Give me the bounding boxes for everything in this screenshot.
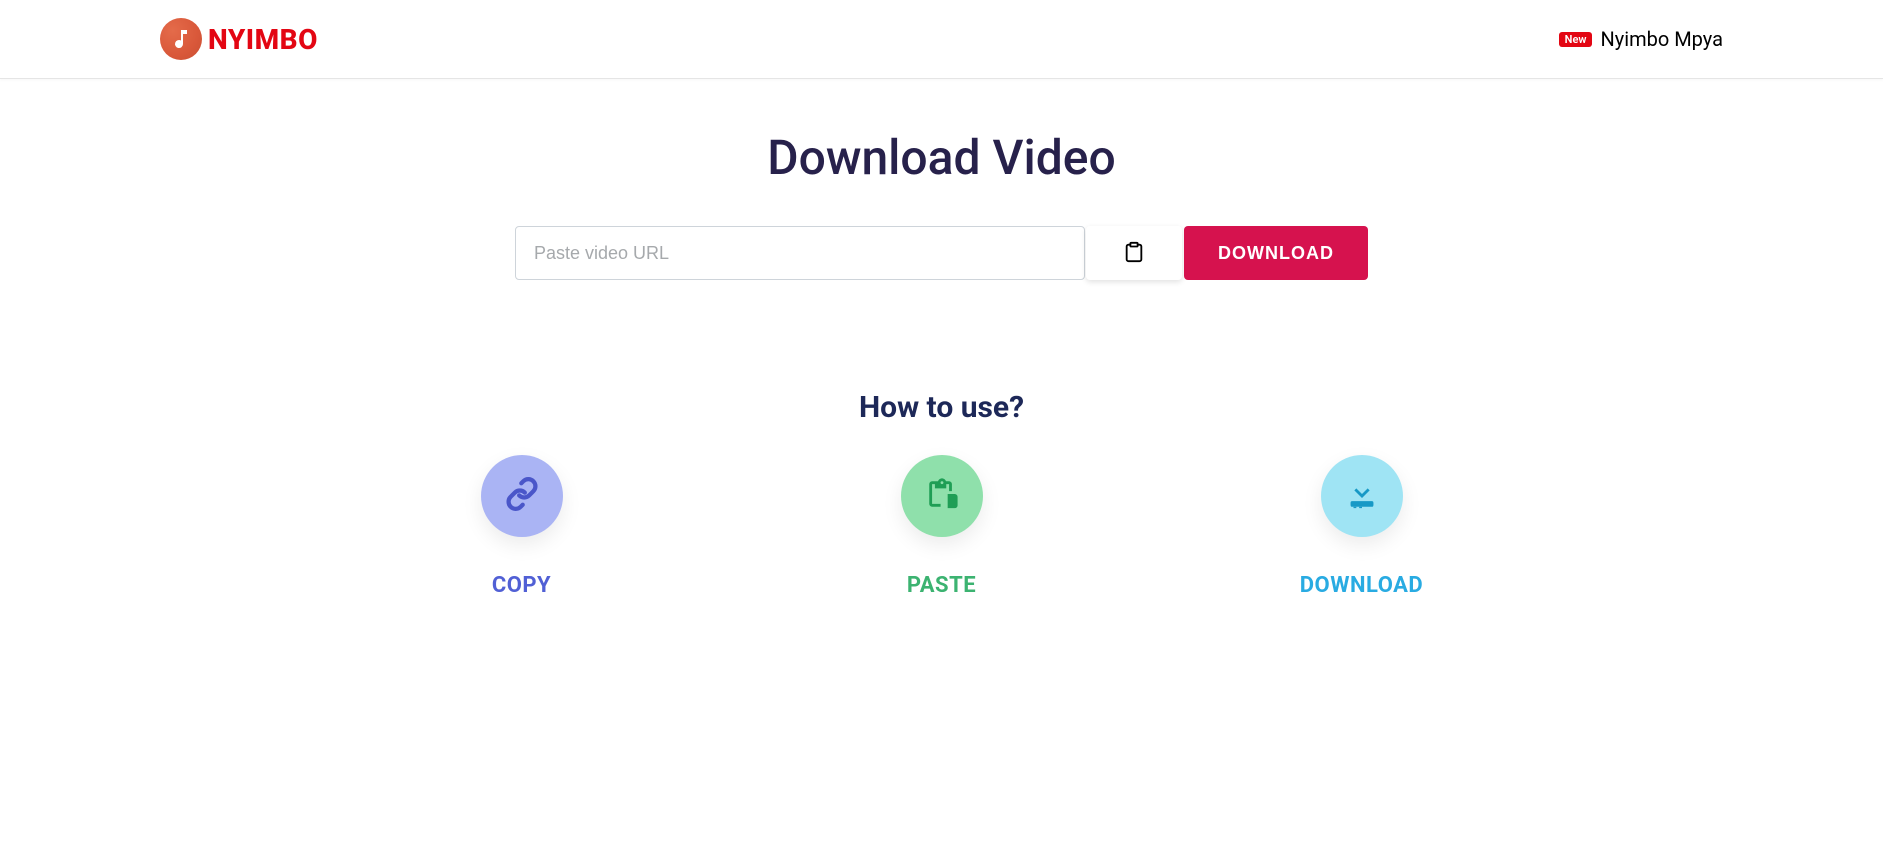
step-copy-circle: [481, 455, 563, 537]
download-button[interactable]: DOWNLOAD: [1184, 226, 1368, 280]
step-copy: COPY: [392, 455, 652, 598]
site-header: NYIMBO New Nyimbo Mpya: [0, 0, 1883, 79]
step-paste-circle: [901, 455, 983, 537]
clipboard-icon: [1123, 241, 1145, 266]
link-icon: [505, 477, 539, 515]
paste-button[interactable]: [1086, 226, 1182, 280]
video-url-input[interactable]: [515, 226, 1085, 280]
download-icon: [1345, 477, 1379, 515]
logo[interactable]: NYIMBO: [160, 18, 318, 60]
step-download-circle: [1321, 455, 1403, 537]
step-copy-label: COPY: [492, 573, 551, 598]
nav-link-label: Nyimbo Mpya: [1600, 27, 1723, 51]
main-content: Download Video DOWNLOAD How to use?: [342, 79, 1542, 658]
step-paste: PASTE: [812, 455, 1072, 598]
new-badge: New: [1559, 32, 1593, 47]
paste-icon: [925, 477, 959, 515]
logo-text: NYIMBO: [208, 23, 318, 56]
step-download-label: DOWNLOAD: [1300, 573, 1423, 598]
how-to-use-title: How to use?: [362, 390, 1522, 425]
url-input-row: DOWNLOAD: [362, 226, 1522, 280]
page-title: Download Video: [362, 129, 1522, 186]
steps-row: COPY PASTE: [392, 455, 1492, 598]
nav-link-nyimbo-mpya[interactable]: New Nyimbo Mpya: [1559, 27, 1723, 51]
music-note-icon: [160, 18, 202, 60]
step-download: DOWNLOAD: [1232, 455, 1492, 598]
step-paste-label: PASTE: [907, 573, 976, 598]
